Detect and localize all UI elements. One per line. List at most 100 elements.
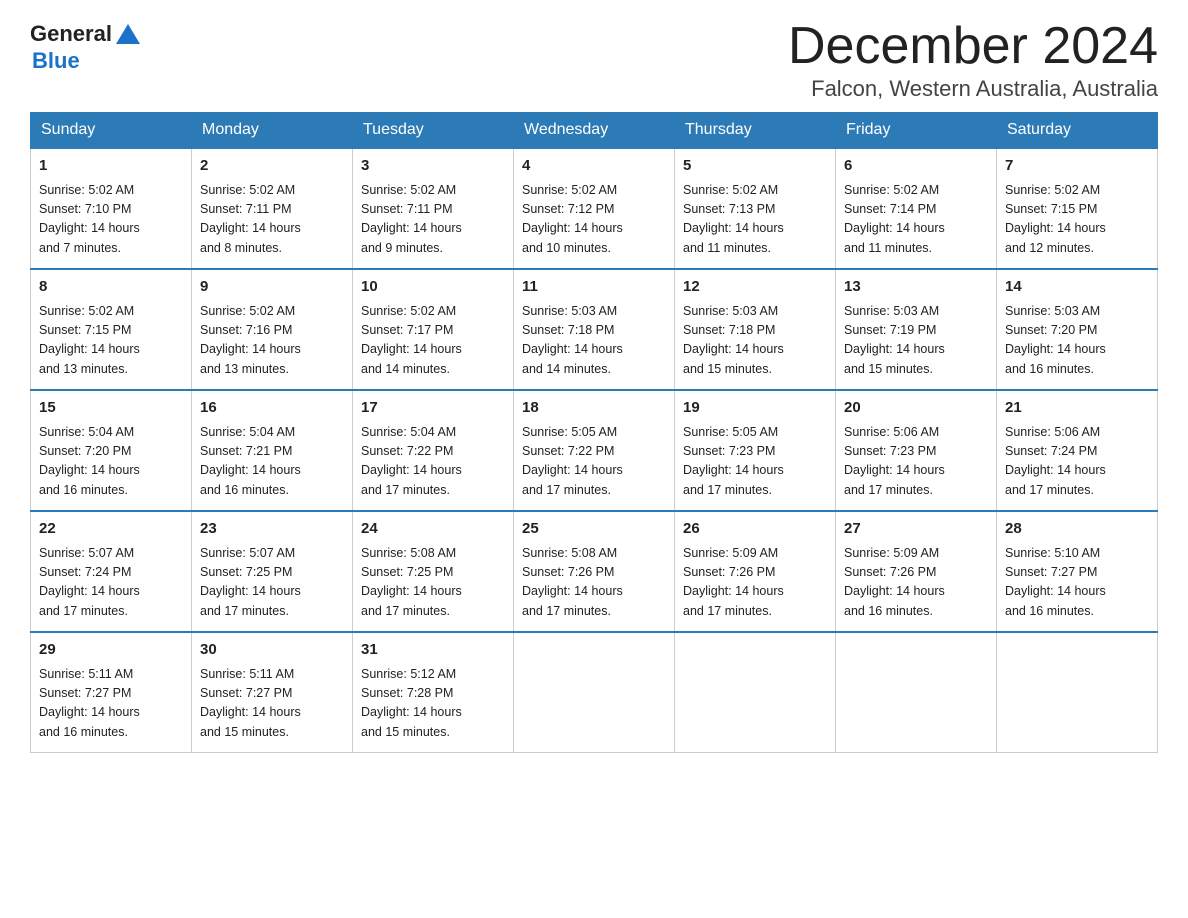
day-info: Sunrise: 5:03 AMSunset: 7:20 PMDaylight:…	[1005, 302, 1149, 380]
calendar-day-cell: 12Sunrise: 5:03 AMSunset: 7:18 PMDayligh…	[675, 269, 836, 390]
day-info: Sunrise: 5:06 AMSunset: 7:23 PMDaylight:…	[844, 423, 988, 501]
day-number: 9	[200, 276, 344, 299]
day-info: Sunrise: 5:07 AMSunset: 7:24 PMDaylight:…	[39, 544, 183, 622]
day-info: Sunrise: 5:06 AMSunset: 7:24 PMDaylight:…	[1005, 423, 1149, 501]
col-header-thursday: Thursday	[675, 113, 836, 149]
day-info: Sunrise: 5:05 AMSunset: 7:23 PMDaylight:…	[683, 423, 827, 501]
calendar-day-cell: 25 Sunrise: 5:08 AMSunset: 7:26 PMDayligh…	[514, 511, 675, 632]
day-info: Sunrise: 5:02 AMSunset: 7:16 PMDaylight:…	[200, 302, 344, 380]
day-info: Sunrise: 5:02 AMSunset: 7:11 PMDaylight:…	[361, 181, 505, 259]
day-number: 17	[361, 397, 505, 420]
calendar-day-cell: 22 Sunrise: 5:07 AMSunset: 7:24 PMDayligh…	[31, 511, 192, 632]
calendar-day-cell: 4 Sunrise: 5:02 AMSunset: 7:12 PMDaylight…	[514, 148, 675, 269]
col-header-tuesday: Tuesday	[353, 113, 514, 149]
day-number: 23	[200, 518, 344, 541]
calendar-day-cell: 2 Sunrise: 5:02 AMSunset: 7:11 PMDaylight…	[192, 148, 353, 269]
day-info: Sunrise: 5:03 AMSunset: 7:18 PMDaylight:…	[683, 302, 827, 380]
day-number: 8	[39, 276, 183, 299]
day-number: 27	[844, 518, 988, 541]
day-info: Sunrise: 5:02 AMSunset: 7:17 PMDaylight:…	[361, 302, 505, 380]
day-number: 18	[522, 397, 666, 420]
day-info: Sunrise: 5:02 AMSunset: 7:10 PMDaylight:…	[39, 181, 183, 259]
day-info: Sunrise: 5:02 AMSunset: 7:11 PMDaylight:…	[200, 181, 344, 259]
calendar-day-cell: 27Sunrise: 5:09 AMSunset: 7:26 PMDayligh…	[836, 511, 997, 632]
calendar-day-cell: 7 Sunrise: 5:02 AMSunset: 7:15 PMDaylight…	[997, 148, 1158, 269]
calendar-day-cell: 30Sunrise: 5:11 AMSunset: 7:27 PMDayligh…	[192, 632, 353, 753]
day-number: 20	[844, 397, 988, 420]
calendar-day-cell: 26 Sunrise: 5:09 AMSunset: 7:26 PMDayligh…	[675, 511, 836, 632]
calendar-day-cell: 21 Sunrise: 5:06 AMSunset: 7:24 PMDayligh…	[997, 390, 1158, 511]
day-info: Sunrise: 5:11 AMSunset: 7:27 PMDaylight:…	[39, 665, 183, 743]
location-title: Falcon, Western Australia, Australia	[788, 76, 1158, 102]
logo-area: General Blue	[30, 20, 142, 74]
day-number: 14	[1005, 276, 1149, 299]
day-number: 28	[1005, 518, 1149, 541]
calendar-day-cell: 6 Sunrise: 5:02 AMSunset: 7:14 PMDaylight…	[836, 148, 997, 269]
calendar-day-cell: 18Sunrise: 5:05 AMSunset: 7:22 PMDayligh…	[514, 390, 675, 511]
day-info: Sunrise: 5:02 AMSunset: 7:14 PMDaylight:…	[844, 181, 988, 259]
day-number: 2	[200, 155, 344, 178]
day-number: 7	[1005, 155, 1149, 178]
day-number: 10	[361, 276, 505, 299]
day-info: Sunrise: 5:10 AMSunset: 7:27 PMDaylight:…	[1005, 544, 1149, 622]
day-info: Sunrise: 5:02 AMSunset: 7:15 PMDaylight:…	[39, 302, 183, 380]
day-info: Sunrise: 5:03 AMSunset: 7:18 PMDaylight:…	[522, 302, 666, 380]
day-number: 15	[39, 397, 183, 420]
calendar-day-cell: 13Sunrise: 5:03 AMSunset: 7:19 PMDayligh…	[836, 269, 997, 390]
calendar-day-cell: 3 Sunrise: 5:02 AMSunset: 7:11 PMDaylight…	[353, 148, 514, 269]
day-number: 1	[39, 155, 183, 178]
day-number: 24	[361, 518, 505, 541]
day-number: 5	[683, 155, 827, 178]
calendar-day-cell: 9 Sunrise: 5:02 AMSunset: 7:16 PMDaylight…	[192, 269, 353, 390]
calendar-day-cell: 17Sunrise: 5:04 AMSunset: 7:22 PMDayligh…	[353, 390, 514, 511]
month-title: December 2024	[788, 20, 1158, 72]
calendar-day-cell: 16 Sunrise: 5:04 AMSunset: 7:21 PMDayligh…	[192, 390, 353, 511]
title-area: December 2024 Falcon, Western Australia,…	[788, 20, 1158, 102]
logo-triangle-icon	[114, 20, 142, 48]
day-number: 6	[844, 155, 988, 178]
calendar-header-row: SundayMondayTuesdayWednesdayThursdayFrid…	[31, 113, 1158, 149]
day-info: Sunrise: 5:04 AMSunset: 7:21 PMDaylight:…	[200, 423, 344, 501]
empty-cell	[836, 632, 997, 753]
day-info: Sunrise: 5:11 AMSunset: 7:27 PMDaylight:…	[200, 665, 344, 743]
calendar-day-cell: 1 Sunrise: 5:02 AMSunset: 7:10 PMDaylight…	[31, 148, 192, 269]
day-info: Sunrise: 5:04 AMSunset: 7:20 PMDaylight:…	[39, 423, 183, 501]
calendar-day-cell: 10 Sunrise: 5:02 AMSunset: 7:17 PMDayligh…	[353, 269, 514, 390]
logo-general-text: General	[30, 22, 112, 46]
day-number: 16	[200, 397, 344, 420]
logo-blue-text: Blue	[32, 48, 80, 74]
day-number: 22	[39, 518, 183, 541]
day-info: Sunrise: 5:09 AMSunset: 7:26 PMDaylight:…	[683, 544, 827, 622]
calendar-day-cell: 29 Sunrise: 5:11 AMSunset: 7:27 PMDayligh…	[31, 632, 192, 753]
day-info: Sunrise: 5:08 AMSunset: 7:25 PMDaylight:…	[361, 544, 505, 622]
calendar-day-cell: 23 Sunrise: 5:07 AMSunset: 7:25 PMDayligh…	[192, 511, 353, 632]
calendar-day-cell: 28 Sunrise: 5:10 AMSunset: 7:27 PMDayligh…	[997, 511, 1158, 632]
day-number: 19	[683, 397, 827, 420]
day-number: 4	[522, 155, 666, 178]
day-info: Sunrise: 5:07 AMSunset: 7:25 PMDaylight:…	[200, 544, 344, 622]
day-number: 13	[844, 276, 988, 299]
col-header-monday: Monday	[192, 113, 353, 149]
day-number: 26	[683, 518, 827, 541]
day-number: 25	[522, 518, 666, 541]
calendar-day-cell: 19 Sunrise: 5:05 AMSunset: 7:23 PMDayligh…	[675, 390, 836, 511]
day-number: 11	[522, 276, 666, 299]
page-header: General Blue December 2024 Falcon, Weste…	[30, 20, 1158, 102]
calendar-week-row: 29 Sunrise: 5:11 AMSunset: 7:27 PMDayligh…	[31, 632, 1158, 753]
calendar-day-cell: 8 Sunrise: 5:02 AMSunset: 7:15 PMDaylight…	[31, 269, 192, 390]
day-info: Sunrise: 5:12 AMSunset: 7:28 PMDaylight:…	[361, 665, 505, 743]
col-header-friday: Friday	[836, 113, 997, 149]
empty-cell	[514, 632, 675, 753]
calendar-day-cell: 15 Sunrise: 5:04 AMSunset: 7:20 PMDayligh…	[31, 390, 192, 511]
day-info: Sunrise: 5:02 AMSunset: 7:15 PMDaylight:…	[1005, 181, 1149, 259]
day-info: Sunrise: 5:02 AMSunset: 7:12 PMDaylight:…	[522, 181, 666, 259]
calendar-week-row: 22 Sunrise: 5:07 AMSunset: 7:24 PMDayligh…	[31, 511, 1158, 632]
empty-cell	[997, 632, 1158, 753]
day-number: 31	[361, 639, 505, 662]
calendar-week-row: 15 Sunrise: 5:04 AMSunset: 7:20 PMDayligh…	[31, 390, 1158, 511]
day-info: Sunrise: 5:08 AMSunset: 7:26 PMDaylight:…	[522, 544, 666, 622]
col-header-saturday: Saturday	[997, 113, 1158, 149]
day-number: 29	[39, 639, 183, 662]
day-number: 21	[1005, 397, 1149, 420]
day-number: 3	[361, 155, 505, 178]
